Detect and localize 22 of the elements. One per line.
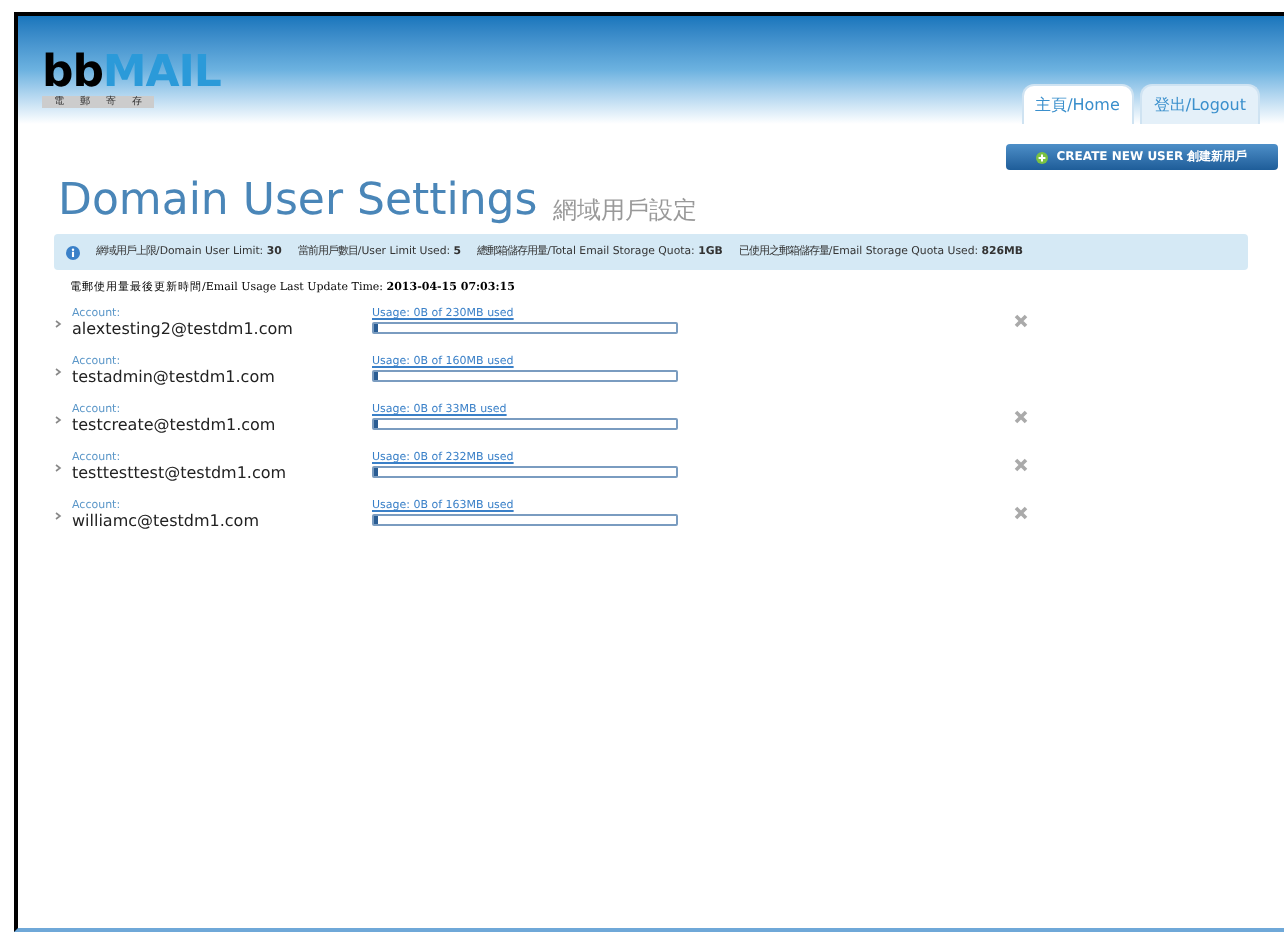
delete-icon[interactable] [1014,410,1028,425]
chevron-icon [54,512,62,521]
account-email: williamc@testdm1.com [72,512,261,533]
page-title: Domain User Settings [58,180,538,224]
chevron-icon [54,320,62,329]
account-email: alextesting2@testdm1.com [72,320,295,341]
page-subtitle: 網域用戶設定 [553,198,698,222]
nav-tab[interactable]: 主頁/Home [1021,84,1134,124]
plus-icon [1036,151,1049,163]
chevron-icon [54,416,62,425]
chevron-icon [54,368,62,377]
account-email: testadmin@testdm1.com [72,368,277,389]
account-email: testtesttest@testdm1.com [72,464,289,485]
logo-brand-suffix: MAIL [102,52,221,96]
logo-brand: bb [42,52,103,96]
chevron-icon [54,464,62,473]
info-icon [66,245,80,259]
delete-icon[interactable] [1014,314,1028,329]
account-email: testcreate@testdm1.com [72,416,278,437]
nav-tab[interactable]: 登出/Logout [1139,84,1260,124]
delete-icon[interactable] [1014,458,1028,473]
delete-icon[interactable] [1014,506,1028,521]
